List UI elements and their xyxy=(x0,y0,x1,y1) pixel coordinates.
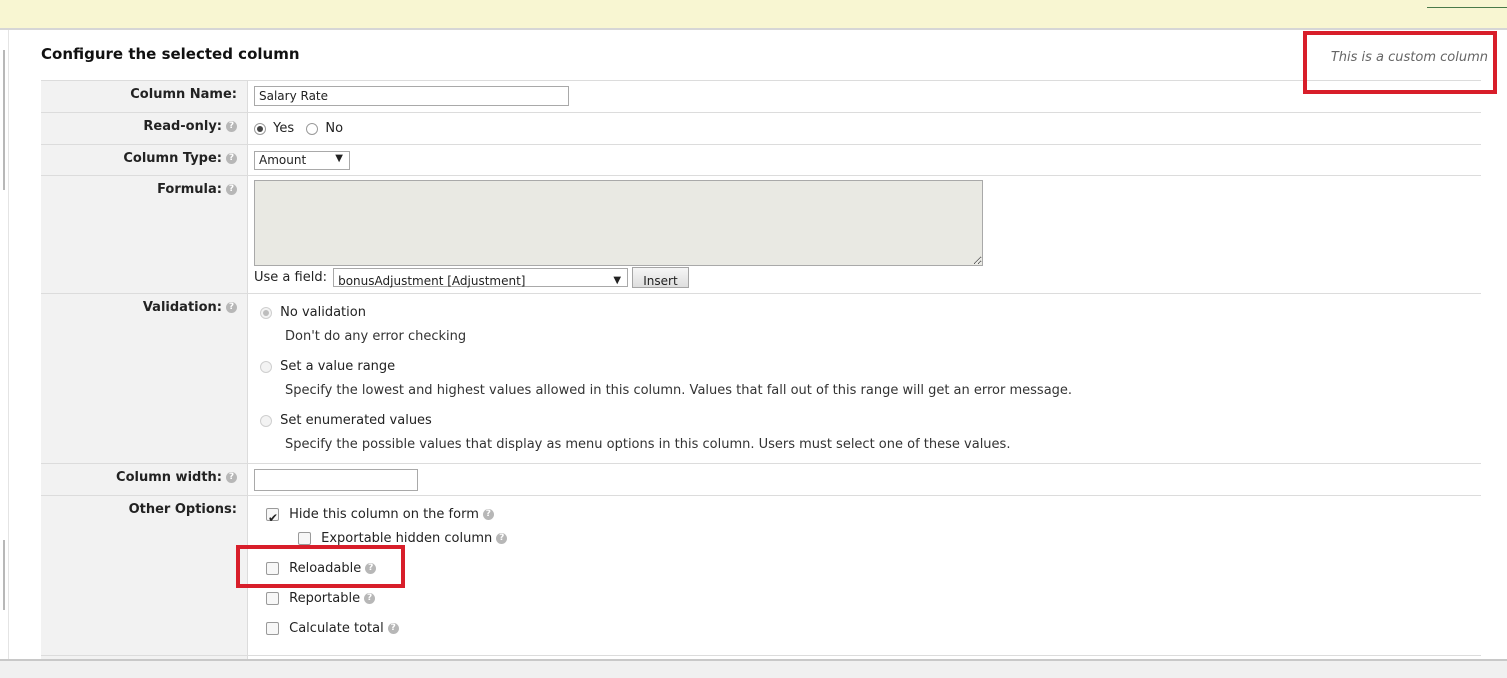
validation-option-title: Set a value range xyxy=(280,359,396,374)
top-banner xyxy=(0,0,1507,30)
option-label: Exportable hidden column xyxy=(321,531,493,546)
column-width-input[interactable] xyxy=(254,469,418,491)
validation-option: Set enumerated values xyxy=(260,409,1481,433)
validation-option: Set a value range xyxy=(260,355,1481,379)
option-item: Calculate total? xyxy=(266,617,1481,641)
insert-button[interactable]: Insert xyxy=(632,267,689,288)
validation-option-description: Don't do any error checking xyxy=(285,329,467,344)
option-item: Hide this column on the form? xyxy=(266,503,1481,530)
chevron-down-icon: ▼ xyxy=(613,275,622,286)
enumerated-values-radio[interactable] xyxy=(260,414,272,427)
row-read-only: Read-only:? Yes No xyxy=(41,112,1481,145)
validation-label-text: Validation: xyxy=(142,300,222,315)
validation-option: No validation xyxy=(260,301,1481,325)
option-item: Reportable? xyxy=(266,587,1481,611)
row-formula: Formula:? Use a field: bonusAdjustment [… xyxy=(41,175,1481,294)
left-rail-marker xyxy=(3,50,5,190)
field-select-selected: bonusAdjustment [Adjustment] xyxy=(338,274,526,288)
help-icon[interactable]: ? xyxy=(226,472,237,483)
help-icon[interactable]: ? xyxy=(226,184,237,195)
left-rail-marker xyxy=(3,540,5,610)
other-options-label: Other Options: xyxy=(41,495,248,656)
read-only-label-text: Read-only: xyxy=(143,119,222,134)
column-width-label: Column width:? xyxy=(41,463,248,496)
option-label: Calculate total xyxy=(289,621,384,636)
row-column-name: Column Name: xyxy=(41,80,1481,113)
help-icon[interactable]: ? xyxy=(226,153,237,164)
top-banner-accent xyxy=(1427,0,1507,8)
help-icon[interactable]: ? xyxy=(387,623,399,634)
help-icon[interactable]: ? xyxy=(226,121,237,132)
read-only-no-radio[interactable] xyxy=(306,122,319,135)
bottom-scrollbar[interactable] xyxy=(0,659,1507,678)
formula-label: Formula:? xyxy=(41,175,248,294)
panel-title: Configure the selected column xyxy=(41,45,300,63)
help-icon[interactable]: ? xyxy=(364,593,376,604)
calculate-total-checkbox[interactable] xyxy=(266,622,279,635)
column-type-select[interactable]: Amount ▼ xyxy=(254,151,350,170)
column-name-label-text: Column Name: xyxy=(130,87,237,102)
exportable-hidden-checkbox[interactable] xyxy=(298,532,311,545)
option-item: Exportable hidden column? xyxy=(298,527,1481,551)
option-item: Reloadable? xyxy=(266,557,1481,581)
row-column-width: Column width:? xyxy=(41,463,1481,496)
column-type-label: Column Type:? xyxy=(41,144,248,176)
formula-textarea[interactable] xyxy=(254,180,983,266)
formula-label-text: Formula: xyxy=(157,182,222,197)
column-name-label: Column Name: xyxy=(41,80,248,113)
hide-column-checkbox[interactable] xyxy=(266,506,279,530)
help-icon[interactable]: ? xyxy=(482,509,494,520)
reportable-checkbox[interactable] xyxy=(266,592,279,605)
validation-label: Validation:? xyxy=(41,293,248,464)
no-validation-radio[interactable] xyxy=(260,306,272,319)
value-range-radio[interactable] xyxy=(260,360,272,373)
help-icon[interactable]: ? xyxy=(496,533,508,544)
row-validation: Validation:? No validation Don't do any … xyxy=(41,293,1481,464)
chevron-down-icon: ▼ xyxy=(335,153,343,164)
validation-option-title: No validation xyxy=(280,305,366,320)
read-only-label: Read-only:? xyxy=(41,112,248,145)
help-icon[interactable]: ? xyxy=(226,302,237,313)
custom-column-highlight xyxy=(1303,31,1497,94)
column-type-label-text: Column Type: xyxy=(123,151,222,166)
use-field-label: Use a field: xyxy=(254,270,327,285)
validation-option-description: Specify the lowest and highest values al… xyxy=(285,383,1073,398)
read-only-no-label: No xyxy=(325,121,344,136)
column-width-label-text: Column width: xyxy=(116,470,222,485)
row-column-type: Column Type:? Amount ▼ xyxy=(41,144,1481,176)
option-label: Reportable xyxy=(289,591,361,606)
field-select[interactable]: bonusAdjustment [Adjustment] ▼ xyxy=(333,268,629,288)
validation-option-description: Specify the possible values that display… xyxy=(285,437,1011,452)
column-name-input[interactable] xyxy=(254,86,569,106)
reloadable-highlight xyxy=(236,545,405,588)
validation-option-title: Set enumerated values xyxy=(280,413,432,428)
read-only-yes-label: Yes xyxy=(273,121,295,136)
read-only-yes-radio[interactable] xyxy=(254,122,266,135)
left-scroll-rail xyxy=(0,30,9,670)
option-label: Hide this column on the form xyxy=(289,507,479,522)
other-options-label-text: Other Options: xyxy=(128,502,237,517)
column-type-selected: Amount xyxy=(259,153,307,167)
